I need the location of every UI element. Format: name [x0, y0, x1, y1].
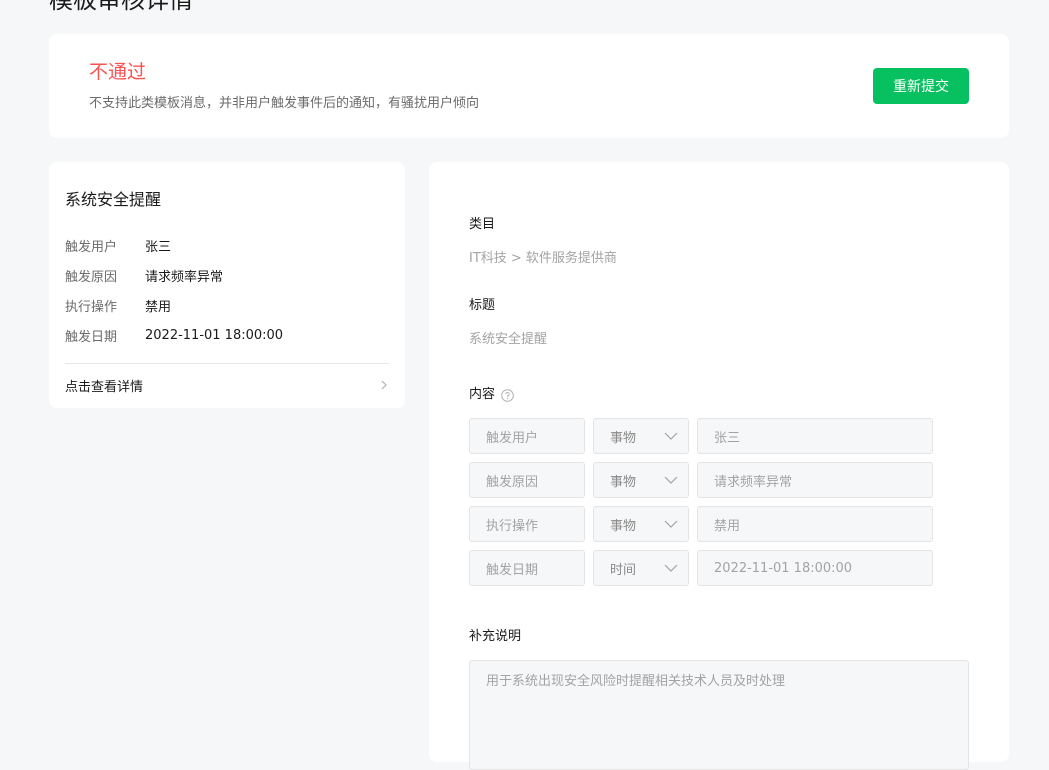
chevron-down-icon	[664, 564, 678, 572]
category-label: 类目	[469, 217, 496, 232]
content-type-select[interactable]: 事物	[593, 506, 689, 542]
title-label: 标题	[469, 298, 496, 313]
resubmit-button[interactable]: 重新提交	[873, 68, 969, 104]
content-key-field[interactable]: 执行操作	[469, 506, 585, 542]
content-type-select[interactable]: 时间	[593, 550, 689, 586]
preview-row-value: 请求频率异常	[145, 269, 224, 285]
view-details-label: 点击查看详情	[65, 379, 144, 395]
content-row: 触发原因 事物 请求频率异常	[469, 462, 933, 498]
note-textarea[interactable]: 用于系统出现安全风险时提醒相关技术人员及时处理	[469, 660, 969, 770]
content-value-field[interactable]: 请求频率异常	[697, 462, 933, 498]
content-row: 触发日期 时间 2022-11-01 18:00:00	[469, 550, 933, 586]
content-value-field[interactable]: 2022-11-01 18:00:00	[697, 550, 933, 586]
content-key-field[interactable]: 触发用户	[469, 418, 585, 454]
divider	[65, 363, 389, 364]
preview-row-key: 触发用户	[65, 239, 118, 255]
preview-title: 系统安全提醒	[65, 190, 162, 209]
preview-row: 触发用户 张三	[65, 230, 283, 260]
content-type-select[interactable]: 事物	[593, 462, 689, 498]
preview-rows: 触发用户 张三 触发原因 请求频率异常 执行操作 禁用 触发日期 2022-11…	[65, 230, 283, 350]
content-label: 内容	[469, 387, 496, 402]
content-rows: 触发用户 事物 张三 触发原因 事物 请求频率异常 执行操作 事物 禁用 触发日…	[469, 418, 933, 594]
chevron-down-icon	[664, 520, 678, 528]
preview-row-key: 触发原因	[65, 269, 118, 285]
view-details-link[interactable]: 点击查看详情	[65, 374, 389, 396]
preview-row: 执行操作 禁用	[65, 290, 283, 320]
preview-row: 触发日期 2022-11-01 18:00:00	[65, 320, 283, 350]
content-row: 执行操作 事物 禁用	[469, 506, 933, 542]
content-key-field[interactable]: 触发原因	[469, 462, 585, 498]
content-row: 触发用户 事物 张三	[469, 418, 933, 454]
review-status-card: 不通过 不支持此类模板消息，并非用户触发事件后的通知，有骚扰用户倾向 重新提交	[49, 34, 1009, 138]
preview-row-value: 禁用	[145, 299, 172, 315]
note-label: 补充说明	[469, 629, 522, 644]
content-type-value: 事物	[610, 430, 637, 446]
preview-row: 触发原因 请求频率异常	[65, 260, 283, 290]
page-title: 模板审核详情	[49, 0, 193, 14]
help-icon[interactable]	[501, 388, 514, 402]
content-type-value: 时间	[610, 562, 637, 578]
chevron-down-icon	[664, 476, 678, 484]
content-value-field[interactable]: 禁用	[697, 506, 933, 542]
status-title: 不通过	[89, 61, 147, 83]
content-key-field[interactable]: 触发日期	[469, 550, 585, 586]
content-type-value: 事物	[610, 518, 637, 534]
content-value-field[interactable]: 张三	[697, 418, 933, 454]
status-reason: 不支持此类模板消息，并非用户触发事件后的通知，有骚扰用户倾向	[89, 96, 480, 111]
template-detail-card: 类目 IT科技 > 软件服务提供商 标题 系统安全提醒 内容 触发用户 事物 张…	[429, 162, 1009, 770]
content-type-select[interactable]: 事物	[593, 418, 689, 454]
preview-row-key: 执行操作	[65, 299, 118, 315]
chevron-right-icon	[381, 380, 387, 390]
message-preview-card: 系统安全提醒 触发用户 张三 触发原因 请求频率异常 执行操作 禁用 触发日期 …	[49, 162, 405, 408]
chevron-down-icon	[664, 432, 678, 440]
preview-row-key: 触发日期	[65, 329, 118, 345]
preview-row-value: 张三	[145, 239, 172, 255]
title-value: 系统安全提醒	[469, 332, 548, 347]
preview-row-value: 2022-11-01 18:00:00	[145, 327, 284, 343]
category-value: IT科技 > 软件服务提供商	[469, 251, 617, 266]
content-label-row: 内容	[469, 386, 514, 404]
content-type-value: 事物	[610, 474, 637, 490]
